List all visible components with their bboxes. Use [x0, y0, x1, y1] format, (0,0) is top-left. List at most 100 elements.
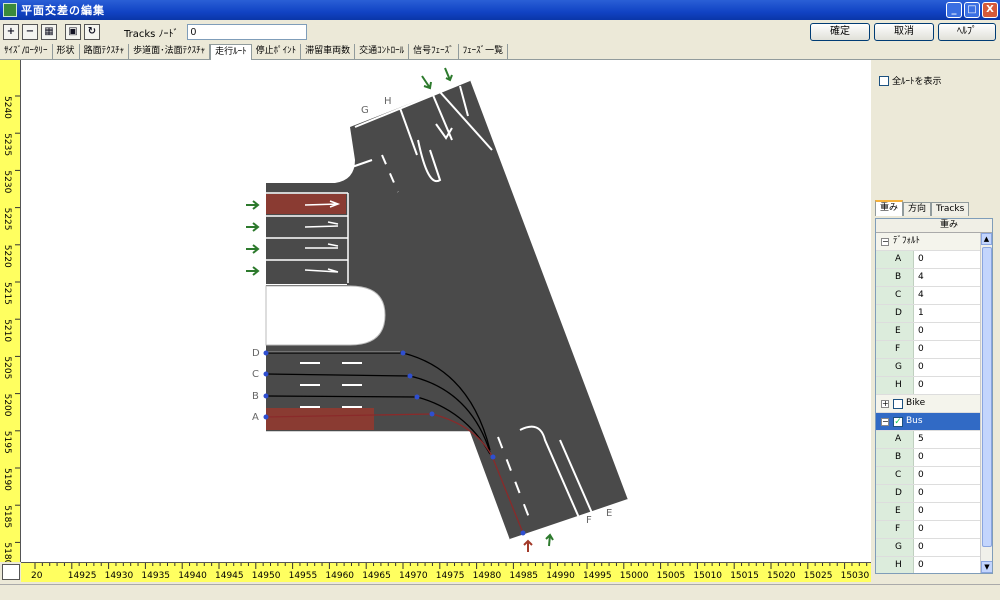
active-approach-arrow [523, 539, 533, 552]
lane-label-north: G [361, 105, 369, 116]
show-all-routes[interactable]: 全ﾙｰﾄを表示 [879, 74, 942, 87]
app-icon [3, 3, 17, 17]
tab-2[interactable]: 路面ﾃｸｽﾁｬ [80, 44, 130, 59]
grid-row[interactable]: G0 [876, 539, 992, 557]
close-button[interactable]: X [982, 2, 998, 18]
tab-0[interactable]: ｻｲｽﾞ/ﾛｰﾀﾘｰ [0, 44, 53, 59]
row-gutter [876, 557, 890, 573]
y-tick-label: 5205 [2, 356, 12, 379]
grid-row[interactable]: A0 [876, 251, 992, 269]
tab-9[interactable]: ﾌｪｰｽﾞ一覧 [459, 44, 509, 59]
grid-row[interactable]: H0 [876, 557, 992, 573]
lane-key: B [890, 269, 914, 286]
tab-7[interactable]: 交通ｺﾝﾄﾛｰﾙ [355, 44, 410, 59]
panel-tab-2[interactable]: Tracks [931, 202, 970, 216]
collapse-icon[interactable]: − [881, 417, 889, 426]
row-gutter [876, 359, 890, 376]
grid-scrollbar[interactable]: ▲ ▼ [980, 233, 992, 573]
tab-3[interactable]: 歩道面･法面ﾃｸｽﾁｬ [129, 44, 211, 59]
x-tick-label: 14950 [252, 571, 281, 581]
x-tick-label: 15005 [657, 571, 686, 581]
y-tick-label: 5220 [2, 245, 12, 268]
tracks-node-input[interactable] [186, 24, 307, 40]
grid-row[interactable]: E0 [876, 323, 992, 341]
zoom-fit-icon[interactable]: ▦ [41, 24, 57, 40]
row-gutter [876, 287, 890, 304]
tab-1[interactable]: 形状 [53, 44, 80, 59]
lane-key: E [890, 323, 914, 340]
tab-8[interactable]: 信号ﾌｪｰｽﾞ [409, 44, 459, 59]
minimize-button[interactable]: _ [946, 2, 962, 18]
group-checkbox[interactable]: ✓ [893, 416, 903, 427]
row-gutter [876, 377, 890, 394]
grid-row[interactable]: E0 [876, 503, 992, 521]
lane-key: H [890, 557, 914, 573]
show-all-routes-label: 全ﾙｰﾄを表示 [892, 77, 942, 87]
grid-row[interactable]: D1 [876, 305, 992, 323]
grid-row[interactable]: C4 [876, 287, 992, 305]
grid-group[interactable]: + Bike [876, 395, 992, 413]
scroll-up-icon[interactable]: ▲ [981, 233, 992, 245]
row-gutter [876, 305, 890, 322]
grid-row[interactable]: B0 [876, 449, 992, 467]
x-tick-label: 14985 [509, 571, 538, 581]
grid-group[interactable]: − ✓ Bus [876, 413, 992, 431]
scroll-down-icon[interactable]: ▼ [981, 561, 992, 573]
title-bar: 平面交差の編集 _ □ X [0, 0, 1000, 20]
help-button[interactable]: ﾍﾙﾌﾟ [938, 23, 996, 41]
save-icon[interactable]: ▣ [65, 24, 81, 40]
refresh-icon[interactable]: ↻ [84, 24, 100, 40]
x-tick-label: 14965 [362, 571, 391, 581]
grid-row[interactable]: F0 [876, 341, 992, 359]
x-tick-label: 15025 [804, 571, 833, 581]
y-tick-label: 5200 [2, 394, 12, 417]
row-gutter [876, 251, 890, 268]
tracks-node-label: Tracks ﾉｰﾄﾞ [124, 28, 179, 40]
group-label: Bus [906, 416, 923, 426]
tab-4[interactable]: 走行ﾙｰﾄ [210, 44, 252, 60]
grid-row[interactable]: B4 [876, 269, 992, 287]
lane-key: C [890, 467, 914, 484]
x-tick-label: 14930 [105, 571, 134, 581]
row-gutter [876, 449, 890, 466]
panel-tab-1[interactable]: 方向 [903, 202, 932, 216]
tab-5[interactable]: 停止ﾎﾟｲﾝﾄ [252, 44, 302, 59]
grid-group[interactable]: − ﾃﾞﾌｫﾙﾄ [876, 233, 992, 251]
y-tick-label: 5225 [2, 208, 12, 231]
lane-key: C [890, 287, 914, 304]
zoom-in-icon[interactable]: + [3, 24, 19, 40]
vertical-ruler[interactable]: 5240 5235 5230 5225 5220 5215 5210 5205 5200 5195… [0, 60, 21, 562]
y-tick-label: 5210 [2, 319, 12, 342]
y-tick-label: 5195 [2, 431, 12, 454]
x-tick-label: 14960 [325, 571, 354, 581]
scroll-thumb[interactable] [982, 247, 992, 547]
horizontal-ruler[interactable]: 20 14925 14930 14935 14940 14945 14950 14955 149… [21, 562, 871, 582]
intersection-canvas[interactable]: DCBA G H F E [21, 60, 871, 562]
row-gutter [876, 323, 890, 340]
panel-tab-0[interactable]: 重み [875, 200, 904, 216]
zoom-out-icon[interactable]: − [22, 24, 38, 40]
show-all-routes-checkbox[interactable] [879, 75, 889, 86]
cancel-button[interactable]: 取消 [874, 23, 934, 41]
group-checkbox[interactable] [893, 398, 903, 409]
grid-header: 重み [876, 219, 992, 233]
maximize-button[interactable]: □ [964, 2, 980, 18]
grid-row[interactable]: F0 [876, 521, 992, 539]
x-tick-label: 15010 [693, 571, 722, 581]
lane-label-north: H [384, 96, 392, 107]
confirm-button[interactable]: 確定 [810, 23, 870, 41]
grid-row[interactable]: G0 [876, 359, 992, 377]
tab-6[interactable]: 滞留車両数 [301, 44, 356, 59]
expand-icon[interactable]: + [881, 399, 889, 408]
grid-row[interactable]: D0 [876, 485, 992, 503]
group-label: Bike [906, 398, 926, 408]
collapse-icon[interactable]: − [881, 237, 889, 246]
y-tick-label: 5190 [2, 468, 12, 491]
lane-key: G [890, 539, 914, 556]
toolbar: + − ▦ ▣ ↻ Tracks ﾉｰﾄﾞ 確定 取消 ﾍﾙﾌﾟ [0, 20, 1000, 44]
right-panel: 全ﾙｰﾄを表示 重み 方向 Tracks 重み − ﾃﾞﾌｫﾙﾄ A 0 B 4 C 4 D 1 E 0 F… [871, 60, 1000, 584]
grid-row[interactable]: H0 [876, 377, 992, 395]
grid-row[interactable]: C0 [876, 467, 992, 485]
y-tick-label: 5215 [2, 282, 12, 305]
grid-row[interactable]: A5 [876, 431, 992, 449]
